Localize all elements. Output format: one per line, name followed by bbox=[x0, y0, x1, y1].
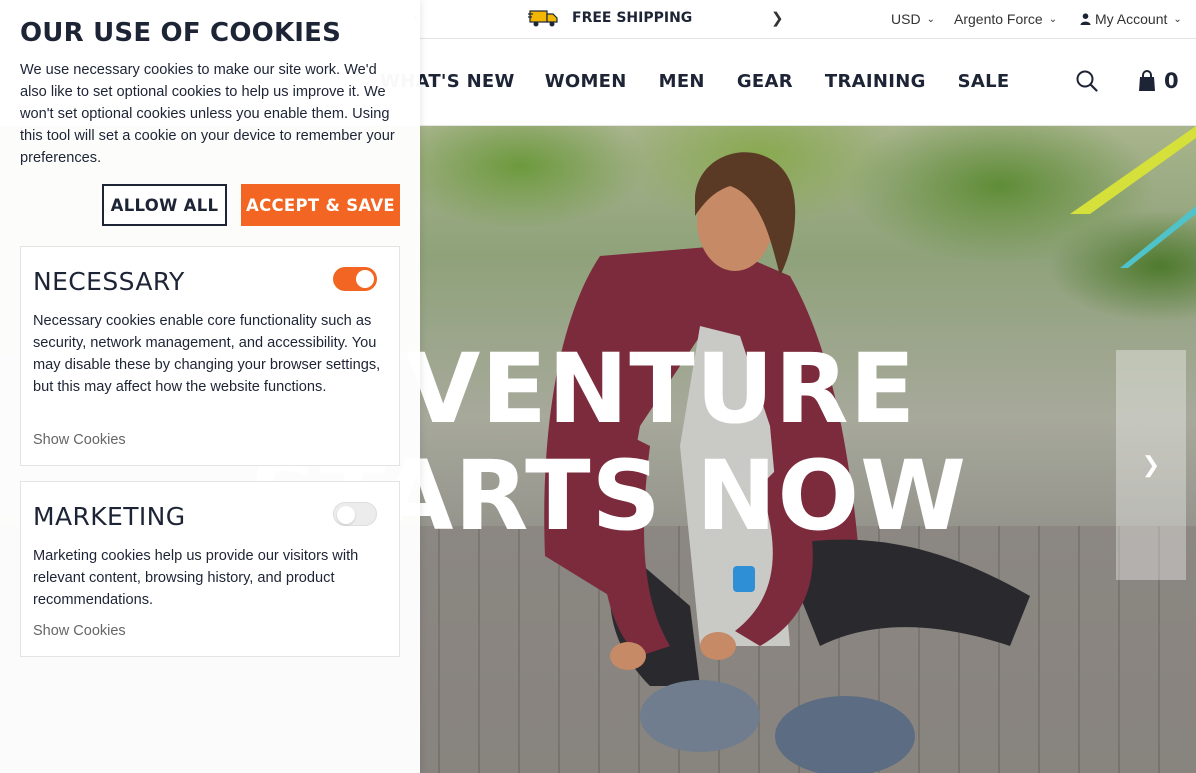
necessary-description: Necessary cookies enable core functional… bbox=[33, 313, 381, 395]
toggle-knob bbox=[337, 506, 355, 524]
chevron-down-icon: ⌄ bbox=[1173, 13, 1182, 25]
currency-label: USD bbox=[891, 11, 921, 27]
necessary-title: NECESSARY bbox=[33, 267, 185, 296]
search-icon[interactable] bbox=[1076, 70, 1098, 92]
necessary-cookies-card: NECESSARY Necessary cookies enable core … bbox=[20, 246, 400, 466]
chevron-down-icon: ⌄ bbox=[1048, 13, 1058, 25]
nav-links: WHAT'S NEW WOMEN MEN GEAR TRAINING SALE bbox=[380, 71, 1010, 92]
promo-shipping: FREE SHIPPING bbox=[528, 8, 692, 28]
store-label: Argento Force bbox=[954, 11, 1043, 27]
cart-count: 0 bbox=[1164, 69, 1179, 93]
truck-icon bbox=[528, 10, 558, 27]
marketing-title: MARKETING bbox=[33, 502, 186, 531]
nav-item-training[interactable]: TRAINING bbox=[825, 71, 926, 92]
allow-all-button[interactable]: ALLOW ALL bbox=[102, 184, 227, 226]
cart-button[interactable]: 0 bbox=[1138, 69, 1179, 93]
marketing-description: Marketing cookies help us provide our vi… bbox=[33, 548, 359, 608]
necessary-toggle[interactable] bbox=[333, 267, 377, 291]
cookie-consent-panel: OUR USE OF COOKIES We use necessary cook… bbox=[0, 0, 420, 773]
chevron-right-icon: ❯ bbox=[1141, 452, 1161, 477]
necessary-show-cookies-link[interactable]: Show Cookies bbox=[33, 432, 126, 448]
hero-next-button[interactable]: ❯ bbox=[1116, 350, 1186, 580]
marketing-toggle[interactable] bbox=[333, 502, 377, 526]
nav-item-women[interactable]: WOMEN bbox=[545, 71, 627, 92]
nav-item-sale[interactable]: SALE bbox=[958, 71, 1010, 92]
accept-save-button[interactable]: ACCEPT & SAVE bbox=[241, 184, 400, 226]
currency-selector[interactable]: USD ⌄ bbox=[891, 11, 935, 27]
user-icon bbox=[1080, 13, 1091, 25]
cookie-panel-title: OUR USE OF COOKIES bbox=[20, 18, 342, 48]
promo-next-arrow[interactable]: ❯ bbox=[771, 9, 784, 27]
shopping-bag-icon bbox=[1139, 70, 1155, 91]
toggle-knob bbox=[356, 270, 374, 288]
marketing-cookies-card: MARKETING Marketing cookies help us prov… bbox=[20, 481, 400, 657]
store-selector[interactable]: Argento Force ⌄ bbox=[954, 11, 1057, 27]
account-label: My Account bbox=[1095, 11, 1168, 27]
nav-item-men[interactable]: MEN bbox=[659, 71, 705, 92]
chevron-down-icon: ⌄ bbox=[926, 13, 935, 25]
promo-text: FREE SHIPPING bbox=[572, 10, 693, 26]
nav-item-gear[interactable]: GEAR bbox=[737, 71, 793, 92]
account-menu[interactable]: My Account ⌄ bbox=[1080, 11, 1182, 27]
cookie-intro-text: We use necessary cookies to make our sit… bbox=[20, 62, 395, 166]
marketing-show-cookies-link[interactable]: Show Cookies bbox=[33, 623, 126, 639]
